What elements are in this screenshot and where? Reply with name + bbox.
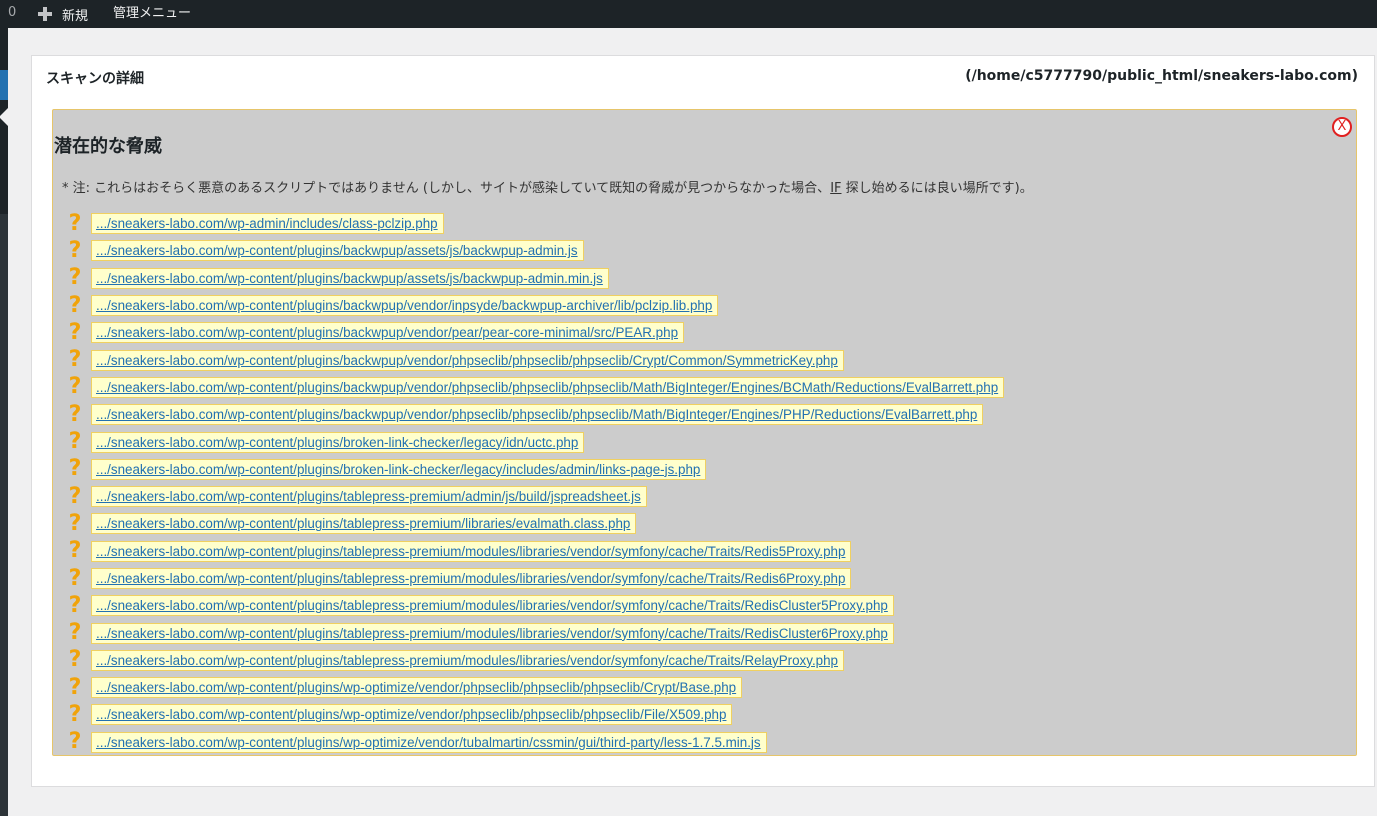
question-mark-icon: ?	[68, 401, 82, 427]
threat-file-link[interactable]: .../sneakers-labo.com/wp-content/plugins…	[91, 595, 894, 617]
list-item: ? .../sneakers-labo.com/wp-content/plugin…	[64, 237, 1004, 264]
threat-file-link[interactable]: .../sneakers-labo.com/wp-content/plugins…	[91, 267, 609, 289]
question-mark-icon: ?	[68, 374, 82, 400]
threat-file-link[interactable]: .../sneakers-labo.com/wp-content/plugins…	[91, 240, 584, 262]
threat-file-link[interactable]: .../sneakers-labo.com/wp-content/plugins…	[91, 731, 767, 753]
list-item: ? .../sneakers-labo.com/wp-content/plugin…	[64, 265, 1004, 292]
potential-threats-box: 潜在的な脅威 X * 注: これらはおそらく悪意のあるスクリプトではありません …	[52, 109, 1357, 756]
question-mark-icon: ?	[68, 510, 82, 536]
list-item: ? .../sneakers-labo.com/wp-content/plugin…	[64, 319, 1004, 346]
list-item: ? .../sneakers-labo.com/wp-content/plugin…	[64, 729, 1004, 756]
threat-file-link[interactable]: .../sneakers-labo.com/wp-content/plugins…	[91, 404, 984, 426]
list-item: ? .../sneakers-labo.com/wp-content/plugin…	[64, 565, 1004, 592]
threat-file-link[interactable]: .../sneakers-labo.com/wp-content/plugins…	[91, 677, 743, 699]
question-mark-icon: ?	[68, 319, 82, 345]
new-content-menu[interactable]: 新規	[37, 3, 88, 25]
threat-file-link[interactable]: .../sneakers-labo.com/wp-content/plugins…	[91, 568, 852, 589]
threat-file-link[interactable]: .../sneakers-labo.com/wp-content/plugins…	[91, 540, 852, 562]
question-mark-icon: ?	[68, 265, 82, 291]
question-mark-icon: ?	[68, 429, 82, 455]
question-mark-icon: ?	[68, 729, 82, 755]
panel-title: スキャンの詳細	[46, 71, 144, 87]
list-item: ? .../sneakers-labo.com/wp-content/plugin…	[64, 374, 1005, 401]
threat-file-link[interactable]: .../sneakers-labo.com/wp-content/plugins…	[91, 513, 637, 535]
threat-file-link[interactable]: .../sneakers-labo.com/wp-content/plugins…	[91, 486, 647, 508]
threats-heading: 潜在的な脅威	[54, 136, 162, 157]
threat-file-link[interactable]: .../sneakers-labo.com/wp-content/plugins…	[91, 458, 707, 480]
question-mark-icon: ?	[68, 565, 82, 591]
question-mark-icon: ?	[68, 592, 82, 618]
question-mark-icon: ?	[68, 347, 82, 373]
current-menu-arrow-icon	[0, 108, 8, 126]
scan-path: (/home/c5777790/public_html/sneakers-lab…	[965, 68, 1358, 84]
admin-bar: 0 新規 管理メニュー	[0, 0, 1377, 28]
question-mark-icon: ?	[68, 538, 82, 564]
list-item: ? .../sneakers-labo.com/wp-content/plugin…	[64, 483, 1004, 510]
threat-file-link[interactable]: .../sneakers-labo.com/wp-content/plugins…	[91, 649, 845, 671]
list-item: ? .../sneakers-labo.com/wp-content/plugin…	[64, 701, 1004, 728]
list-item: ? .../sneakers-labo.com/wp-content/plugin…	[64, 592, 1004, 619]
threat-file-link[interactable]: .../sneakers-labo.com/wp-content/plugins…	[91, 349, 844, 371]
scan-details-panel: スキャンの詳細 (/home/c5777790/public_html/snea…	[31, 55, 1375, 787]
question-mark-icon: ?	[68, 647, 82, 673]
threat-file-link[interactable]: .../sneakers-labo.com/wp-content/plugins…	[91, 622, 894, 644]
new-label: 新規	[62, 8, 89, 24]
list-item: ? .../sneakers-labo.com/wp-content/plugin…	[64, 674, 1004, 701]
admin-sidebar	[0, 28, 8, 816]
question-mark-icon: ?	[68, 674, 82, 700]
question-mark-icon: ?	[68, 483, 82, 509]
threat-file-link[interactable]: .../sneakers-labo.com/wp-content/plugins…	[91, 431, 585, 453]
threat-file-link[interactable]: .../sneakers-labo.com/wp-content/plugins…	[91, 295, 719, 317]
list-item: ? .../sneakers-labo.com/wp-content/plugin…	[64, 428, 1004, 455]
list-item: ? .../sneakers-labo.com/wp-content/plugin…	[64, 510, 1004, 537]
question-mark-icon: ?	[68, 456, 82, 482]
admin-menu-link[interactable]: 管理メニュー	[113, 3, 191, 25]
threats-note: * 注: これらはおそらく悪意のあるスクリプトではありません (しかし、サイトが…	[62, 177, 1033, 196]
question-mark-icon: ?	[68, 210, 82, 236]
list-item: ? .../sneakers-labo.com/wp-content/plugin…	[64, 538, 1004, 565]
list-item: ? .../sneakers-labo.com/wp-content/plugin…	[64, 401, 1004, 428]
list-item: ? .../sneakers-labo.com/wp-admin/includes…	[64, 210, 1004, 237]
list-item: ? .../sneakers-labo.com/wp-content/plugin…	[64, 647, 1004, 674]
list-item: ? .../sneakers-labo.com/wp-content/plugin…	[64, 456, 1004, 483]
question-mark-icon: ?	[68, 292, 82, 318]
question-mark-icon: ?	[68, 620, 82, 646]
question-mark-icon: ?	[68, 237, 82, 263]
threat-file-link[interactable]: .../sneakers-labo.com/wp-content/plugins…	[91, 376, 1005, 398]
threat-file-link[interactable]: .../sneakers-labo.com/wp-content/plugins…	[91, 704, 733, 726]
note-if: IF	[830, 181, 842, 196]
threat-file-list: ? .../sneakers-labo.com/wp-admin/includes…	[64, 210, 1005, 756]
note-text: * 注: これらはおそらく悪意のあるスクリプトではありません (しかし、サイトが…	[62, 181, 831, 196]
sidebar-menu	[0, 214, 8, 816]
list-item: ? .../sneakers-labo.com/wp-content/plugin…	[64, 292, 1004, 319]
note-text-end: 探し始めるには良い場所です)。	[841, 181, 1033, 196]
sidebar-current-item[interactable]	[0, 70, 8, 100]
plus-icon	[37, 6, 53, 22]
comment-count[interactable]: 0	[8, 5, 16, 20]
threat-file-link[interactable]: .../sneakers-labo.com/wp-admin/includes/…	[91, 213, 444, 235]
close-icon[interactable]: X	[1332, 117, 1352, 137]
threat-file-link[interactable]: .../sneakers-labo.com/wp-content/plugins…	[91, 322, 685, 344]
question-mark-icon: ?	[68, 701, 82, 727]
list-item: ? .../sneakers-labo.com/wp-content/plugin…	[64, 346, 1004, 373]
list-item: ? .../sneakers-labo.com/wp-content/plugin…	[64, 619, 1004, 646]
